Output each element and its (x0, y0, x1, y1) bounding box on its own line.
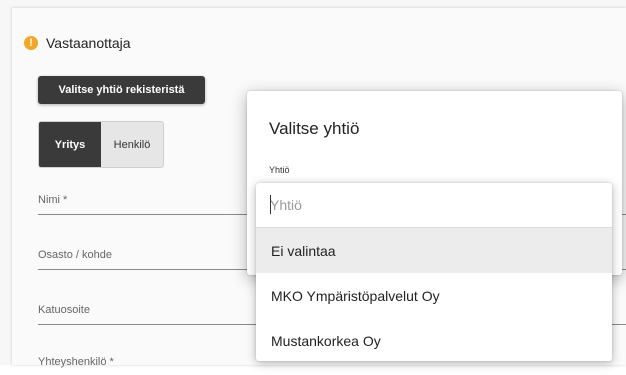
toggle-person[interactable]: Henkilö (101, 122, 163, 167)
warning-icon: ! (24, 36, 38, 50)
dropdown-search (256, 183, 612, 228)
toggle-company[interactable]: Yritys (39, 122, 101, 167)
company-dropdown: Ei valintaa MKO Ympäristöpalvelut Oy Mus… (256, 183, 612, 361)
company-search-input[interactable] (270, 197, 590, 213)
select-from-registry-button[interactable]: Valitse yhtiö rekisteristä (38, 76, 205, 104)
section-header: ! Vastaanottaja (24, 34, 131, 52)
name-field-label: Nimi * (38, 194, 68, 206)
option-mustankorkea[interactable]: Mustankorkea Oy (256, 318, 612, 361)
street-address-field-label: Katuosoite (38, 304, 90, 316)
department-field-label: Osasto / kohde (38, 249, 112, 261)
option-mko[interactable]: MKO Ympäristöpalvelut Oy (256, 273, 612, 318)
recipient-type-toggle: Yritys Henkilö (38, 121, 164, 168)
option-none[interactable]: Ei valintaa (256, 228, 612, 273)
section-title: Vastaanottaja (46, 35, 131, 51)
contact-person-field-label: Yhteyshenkilö * (38, 356, 114, 368)
text-cursor (270, 195, 271, 214)
company-field-label: Yhtiö (269, 165, 290, 175)
dialog-title: Valitse yhtiö (269, 119, 360, 138)
